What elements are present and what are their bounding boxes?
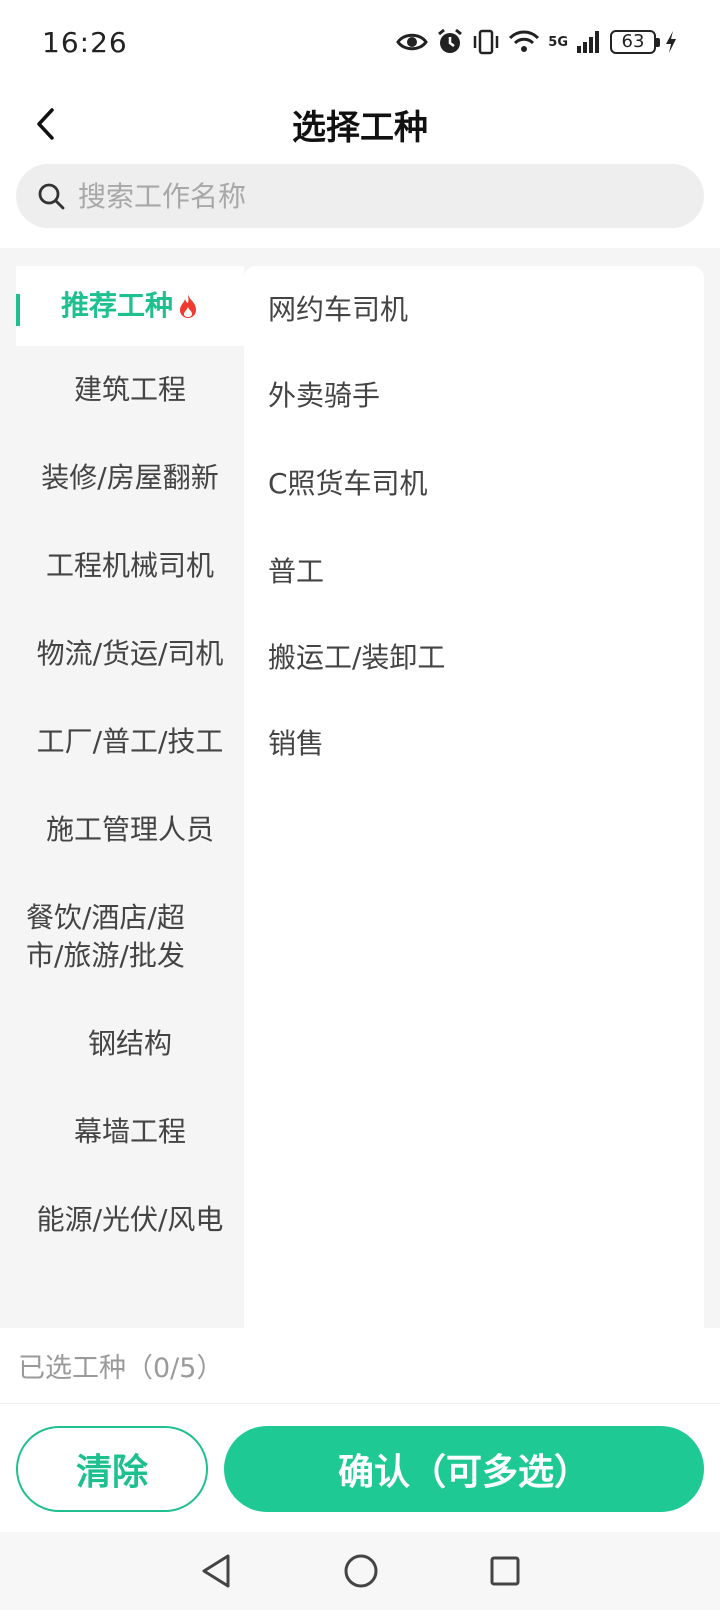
nav-home-icon[interactable] [343, 1553, 379, 1589]
job-item[interactable]: 外卖骑手 [268, 374, 380, 414]
category-item-logistics[interactable]: 物流/货运/司机 [16, 610, 244, 698]
category-label: 施工管理人员 [45, 813, 214, 846]
selected-count-label: 已选工种（0/5） [18, 1353, 224, 1384]
search-bar[interactable] [16, 164, 704, 228]
vibrate-icon [474, 29, 499, 55]
signal-icon [577, 31, 599, 53]
job-list: 网约车司机 外卖骑手 C照货车司机 普工 搬运工/装卸工 销售 [244, 266, 704, 1328]
category-label: 物流/货运/司机 [36, 637, 224, 670]
status-time: 16:26 [42, 25, 128, 59]
selected-jobs-bar: 已选工种（0/5） [0, 1328, 720, 1404]
category-label: 钢结构 [87, 1027, 172, 1060]
clear-button[interactable]: 清除 [16, 1426, 208, 1512]
back-button[interactable] [22, 100, 70, 148]
category-item-renovation[interactable]: 装修/房屋翻新 [16, 434, 244, 522]
job-item[interactable]: 搬运工/装卸工 [268, 636, 445, 676]
category-list: 推荐工种 建筑工程 装修/房屋翻新 工程机械司机 物流/货运/司机 工厂/普工/… [16, 266, 244, 1328]
category-label: 能源/光伏/风电 [36, 1203, 224, 1236]
wifi-icon [509, 30, 540, 52]
search-icon [38, 183, 65, 210]
network-label: 5G [548, 34, 568, 50]
status-icons: 5G 63 [396, 28, 678, 56]
fire-icon [180, 294, 196, 318]
battery-indicator: 63 [610, 30, 660, 54]
category-item-factory[interactable]: 工厂/普工/技工 [16, 698, 244, 786]
confirm-button[interactable]: 确认（可多选） [224, 1426, 704, 1512]
category-label: 工程机械司机 [45, 549, 214, 582]
job-item[interactable]: C照货车司机 [268, 462, 428, 502]
status-bar: 16:26 5G 63 [0, 0, 720, 84]
page-title: 选择工种 [292, 107, 428, 148]
alarm-icon [438, 28, 463, 53]
nav-back-icon[interactable] [199, 1553, 233, 1589]
charging-icon [666, 31, 676, 53]
category-label: 装修/房屋翻新 [41, 461, 219, 494]
category-label: 工厂/普工/技工 [36, 725, 224, 758]
job-item[interactable]: 网约车司机 [268, 288, 408, 328]
category-item-site-management[interactable]: 施工管理人员 [16, 786, 244, 874]
eye-icon [396, 33, 429, 51]
job-item[interactable]: 普工 [268, 550, 324, 590]
category-item-hospitality[interactable]: 餐饮/酒店/超市/旅游/批发 [16, 874, 244, 1000]
chevron-left-icon [37, 108, 54, 140]
job-item[interactable]: 销售 [268, 722, 324, 762]
category-item-curtain-wall[interactable]: 幕墙工程 [16, 1088, 244, 1176]
category-item-energy[interactable]: 能源/光伏/风电 [16, 1176, 244, 1264]
header: 选择工种 [0, 84, 720, 164]
category-item-construction[interactable]: 建筑工程 [16, 346, 244, 434]
category-label: 建筑工程 [73, 373, 186, 406]
search-input[interactable] [76, 178, 704, 214]
nav-recents-icon[interactable] [489, 1555, 521, 1587]
category-item-machinery-driver[interactable]: 工程机械司机 [16, 522, 244, 610]
category-label: 餐饮/酒店/超市/旅游/批发 [26, 901, 185, 972]
system-nav-bar [0, 1532, 720, 1610]
action-bar: 清除 确认（可多选） [0, 1404, 720, 1532]
category-label: 推荐工种 [60, 289, 173, 322]
category-item-recommended[interactable]: 推荐工种 [16, 266, 244, 346]
category-label: 幕墙工程 [73, 1115, 186, 1148]
category-item-steel-structure[interactable]: 钢结构 [16, 1000, 244, 1088]
